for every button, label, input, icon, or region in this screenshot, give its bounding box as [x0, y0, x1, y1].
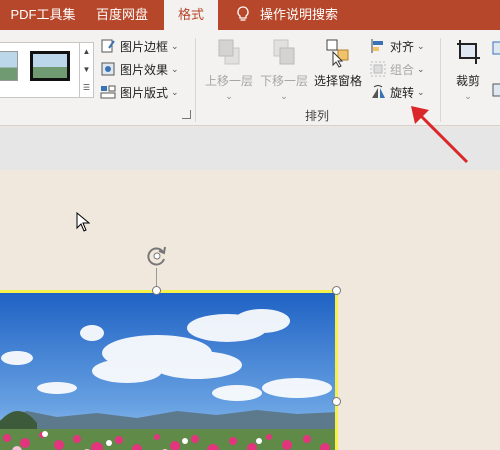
picture-styles-gallery[interactable]: ▲ ▼ ☰	[0, 42, 94, 98]
selected-picture[interactable]	[0, 290, 338, 450]
gallery-scroll[interactable]: ▲ ▼ ☰	[79, 43, 93, 97]
picture-style-thumb[interactable]	[0, 51, 18, 81]
tab-format[interactable]: 格式	[164, 0, 218, 30]
ribbon-tab-bar: PDF工具集 百度网盘 格式 操作说明搜索	[0, 0, 500, 30]
annotation-arrow-icon	[411, 106, 469, 164]
send-backward-button[interactable]: 下移一层 ⌄	[258, 38, 310, 102]
send-backward-icon	[270, 38, 298, 68]
rotate-handle-icon[interactable]	[145, 244, 169, 268]
chevron-down-icon: ⌄	[171, 63, 179, 74]
rotate-icon	[370, 84, 386, 100]
gallery-up-icon[interactable]: ▲	[80, 43, 93, 61]
chevron-down-icon: ⌄	[225, 91, 233, 101]
gallery-down-icon[interactable]: ▼	[80, 61, 93, 79]
selection-pane-label: 选择窗格	[313, 74, 362, 88]
picture-effects-label: 图片效果	[120, 62, 169, 77]
align-button[interactable]: 对齐 ⌄	[370, 36, 425, 56]
bring-forward-icon	[215, 38, 243, 68]
picture-border-button[interactable]: 图片边框 ⌄	[100, 36, 179, 56]
search-label: 操作说明搜索	[260, 7, 339, 22]
picture-border-label: 图片边框	[120, 39, 169, 54]
picture-layout-button[interactable]: 图片版式 ⌄	[100, 82, 179, 102]
chevron-down-icon: ⌄	[280, 91, 288, 101]
send-backward-label: 下移一层	[259, 74, 308, 88]
chevron-down-icon: ⌄	[417, 63, 425, 74]
crop-button[interactable]: 裁剪 ⌄	[446, 38, 490, 102]
bring-forward-label: 上移一层	[204, 74, 253, 88]
resize-handle-top-right[interactable]	[332, 286, 341, 295]
dialog-launcher-icon[interactable]	[182, 110, 191, 119]
picture-layout-icon	[100, 84, 116, 100]
picture-layout-label: 图片版式	[120, 85, 169, 100]
align-icon	[370, 38, 386, 54]
picture-effects-icon	[100, 61, 116, 77]
chevron-down-icon: ⌄	[171, 86, 179, 97]
selection-pane-icon	[324, 38, 352, 68]
group-icon	[370, 61, 386, 77]
chevron-down-icon: ⌄	[417, 86, 425, 97]
selection-pane-button[interactable]: 选择窗格	[312, 38, 364, 89]
crop-icon	[454, 38, 482, 68]
tab-baidu-netdisk[interactable]: 百度网盘	[86, 0, 158, 30]
group-label: 组合	[390, 62, 415, 77]
tell-me-search[interactable]: 操作说明搜索	[236, 0, 338, 30]
gallery-more-icon[interactable]: ☰	[80, 79, 93, 97]
resize-handle-right[interactable]	[332, 397, 341, 406]
rotate-label: 旋转	[390, 85, 415, 100]
group-separator	[195, 38, 196, 122]
tab-pdf-tools[interactable]: PDF工具集	[4, 0, 82, 30]
group-button[interactable]: 组合 ⌄	[370, 59, 425, 79]
picture-effects-button[interactable]: 图片效果 ⌄	[100, 59, 179, 79]
picture-border-icon	[100, 38, 116, 54]
mouse-pointer-icon	[76, 212, 90, 232]
picture-style-thumb-selected[interactable]	[30, 51, 70, 81]
bring-forward-button[interactable]: 上移一层 ⌄	[203, 38, 255, 102]
lightbulb-icon	[237, 6, 249, 21]
chevron-down-icon: ⌄	[171, 40, 179, 51]
crop-label: 裁剪	[455, 74, 480, 88]
chevron-down-icon: ⌄	[417, 40, 425, 51]
landscape-photo	[0, 293, 335, 450]
height-spinner-icon[interactable]	[492, 38, 500, 58]
align-label: 对齐	[390, 39, 415, 54]
width-spinner-icon[interactable]	[492, 80, 500, 100]
resize-handle-top[interactable]	[152, 286, 161, 295]
rotate-button[interactable]: 旋转 ⌄	[370, 82, 425, 102]
arrange-group-label: 排列	[305, 109, 330, 123]
